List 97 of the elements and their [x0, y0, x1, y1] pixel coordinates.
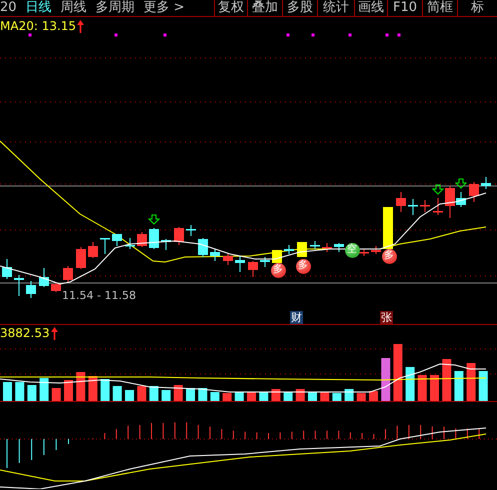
volume-bar [222, 393, 232, 401]
candlestick [284, 244, 294, 254]
candlestick [210, 248, 220, 262]
period-tab[interactable]: 20 [0, 0, 17, 16]
candlestick [433, 198, 443, 216]
candlestick [248, 260, 258, 278]
volume-bar [64, 380, 73, 401]
volume-bar [27, 385, 36, 401]
candlestick [481, 176, 491, 190]
toolbar-button[interactable]: F10 [387, 0, 422, 16]
volume-bar [88, 376, 98, 401]
candlestick [63, 266, 73, 282]
candlestick [297, 242, 307, 258]
volume-bar [125, 390, 134, 401]
volume-bar [430, 375, 439, 401]
candlestick [383, 206, 393, 250]
event-badge[interactable]: 财 [290, 311, 303, 324]
volume-bar [137, 386, 146, 401]
volume-bar [210, 392, 220, 401]
volume-bar [186, 388, 195, 401]
sell-signal-marker: 空 [344, 242, 360, 258]
volume-bar [344, 389, 354, 401]
candlestick [408, 198, 418, 216]
volume-bar [332, 393, 342, 401]
candlestick [26, 280, 36, 298]
period-tab[interactable]: 日线 [26, 0, 52, 16]
volume-bar [406, 367, 415, 401]
candlestick [76, 246, 86, 270]
candlestick [198, 238, 208, 258]
toolbar-button[interactable]: 标 [457, 0, 497, 16]
period-tab[interactable]: 更多 > [144, 0, 185, 16]
volume-bar [174, 385, 183, 401]
candlestick [310, 240, 320, 250]
candlestick [235, 256, 245, 272]
volume-bar [466, 363, 476, 401]
up-arrow-icon [77, 20, 84, 32]
down-arrow-icon [432, 184, 444, 195]
volume-bar [40, 378, 49, 401]
volume-bar [296, 389, 305, 401]
candlestick [260, 256, 270, 268]
buy-signal-marker: 多 [382, 248, 396, 264]
candlestick [125, 238, 135, 250]
buy-signal-marker: 多 [270, 262, 286, 278]
candlestick [149, 228, 159, 250]
volume-bar [52, 388, 61, 401]
candlestick [112, 234, 122, 246]
volume-bar [271, 389, 280, 401]
volume-bar [381, 358, 390, 401]
candlestick [469, 182, 479, 202]
volume-bar [198, 388, 208, 401]
volume-bar [369, 391, 378, 401]
volume-bar [76, 372, 86, 401]
candlestick [161, 238, 171, 250]
up-arrow-icon [50, 326, 58, 340]
candlestick [186, 224, 196, 236]
period-tab[interactable]: 多周期 [96, 0, 135, 16]
candlestick [2, 258, 12, 280]
toolbar-button[interactable]: 多股 [282, 0, 317, 16]
volume-bar [100, 379, 110, 401]
volume-bar [112, 386, 122, 401]
candlestick [396, 192, 406, 212]
candlestick [223, 254, 233, 266]
candlestick [39, 268, 49, 288]
volume-bar [442, 359, 452, 401]
candlestick [322, 242, 332, 252]
volume-bar [162, 390, 171, 401]
candlestick [420, 200, 430, 212]
candlestick [174, 226, 184, 246]
price-range-label: 11.54 - 11.58 [62, 289, 136, 302]
toolbar-button[interactable]: 画线 [354, 0, 387, 16]
volume-bar [478, 371, 488, 401]
volume-bar [454, 371, 464, 401]
candlestick [334, 242, 344, 252]
toolbar-button[interactable]: 叠加 [247, 0, 282, 16]
down-arrow-icon [454, 178, 468, 189]
toolbar-button[interactable]: 统计 [317, 0, 354, 16]
ma-indicator-label: MA20: 13.15 [0, 19, 76, 33]
volume-bar [418, 375, 427, 401]
volume-bar [3, 382, 12, 401]
event-badge[interactable]: 张 [380, 311, 393, 324]
volume-bar [393, 344, 402, 401]
candlestick [14, 274, 24, 296]
candlestick [88, 242, 98, 258]
volume-reading: 3882.53 [0, 326, 50, 340]
volume-bar [15, 382, 24, 401]
period-tab[interactable]: 周线 [60, 0, 87, 16]
down-arrow-icon [148, 214, 160, 225]
candlestick [272, 250, 282, 264]
toolbar-button[interactable]: 复权 [214, 0, 247, 16]
toolbar-button[interactable]: 简框 [422, 0, 457, 16]
buy-signal-marker: 多 [296, 258, 310, 274]
volume-bar [149, 386, 158, 401]
volume-bar [356, 393, 366, 401]
candlestick [100, 238, 110, 254]
candlestick [371, 246, 381, 254]
candlestick [51, 282, 61, 292]
candlestick [137, 232, 147, 248]
